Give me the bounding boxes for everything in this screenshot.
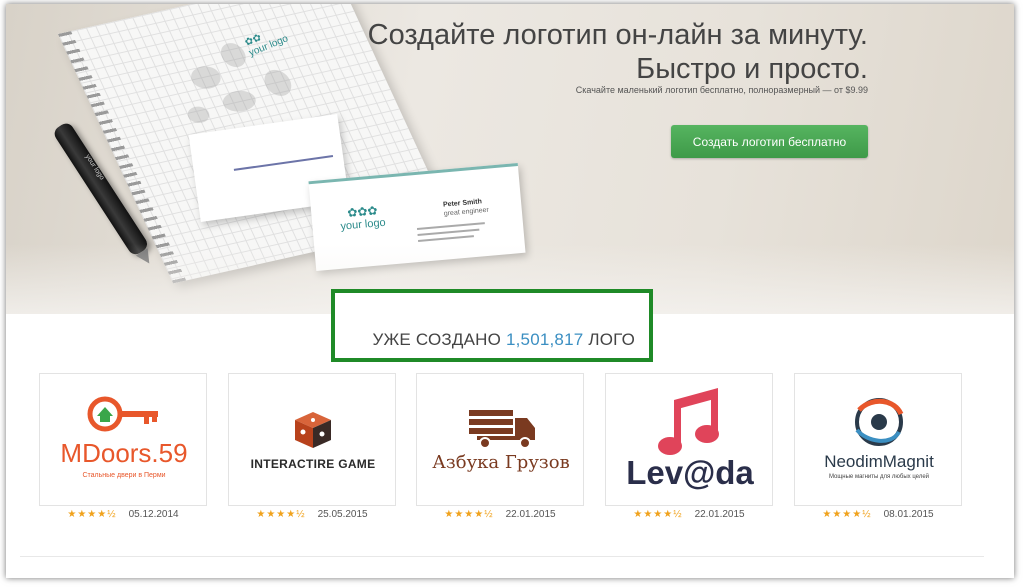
logo-rating-row: ★★★★½ 22.01.2015 (605, 509, 773, 520)
headline-line-1: Создайте логотип он-лайн за минуту. (367, 19, 868, 51)
logo-tile-azbuka[interactable]: Азбука Грузов (416, 373, 584, 506)
card-logo: ✿✿✿ your logo (339, 203, 387, 233)
truck-icon (469, 410, 535, 449)
logo-date: 22.01.2015 (505, 509, 556, 520)
logo-tile-mdoors[interactable]: MDoors.59 Стальные двери в Перми (39, 373, 207, 506)
key-house-icon (87, 396, 158, 432)
star-rating-icon: ★★★★½ (822, 509, 872, 520)
hero-banner: ✿✿ your logo your logo ✿✿✿ your logo Pet… (6, 4, 1014, 314)
logo-tile-interactire[interactable]: INTERACTIRE GAME (228, 373, 396, 506)
logo-date: 25.05.2015 (317, 509, 368, 520)
counter-prefix: УЖЕ СОЗДАНО (372, 330, 502, 349)
star-rating-icon: ★★★★½ (444, 509, 494, 520)
logo-tile-levada[interactable]: Lev@da (605, 373, 773, 506)
logo-date: 05.12.2014 (128, 509, 179, 520)
logo-counter-highlight: УЖЕ СОЗДАНО 1,501,817 ЛОГО (331, 289, 653, 362)
logo-subtitle: Стальные двери в Перми (82, 472, 166, 479)
notebook-blob (219, 87, 260, 115)
section-divider (20, 556, 984, 557)
hero-subtitle: Скачайте маленький логотип бесплатно, по… (575, 85, 868, 95)
star-rating-icon: ★★★★½ (256, 509, 306, 520)
logo-counter: УЖЕ СОЗДАНО 1,501,817 ЛОГО (373, 330, 635, 350)
magnet-orbit-icon (855, 398, 904, 446)
card-person-title: great engineer (443, 206, 490, 218)
hero-headline: Создайте логотип он-лайн за минуту. Быст… (368, 18, 868, 86)
logo-tile-neodimmagnit[interactable]: NeodimMagnit Мощные магниты для любых це… (794, 373, 962, 506)
music-note-icon (658, 388, 719, 455)
pen-logo-text: your logo (83, 153, 106, 182)
logo-name: INTERACTIRE GAME (250, 457, 376, 471)
logo-name: MDoors.59 (60, 438, 188, 468)
page-frame: ✿✿ your logo your logo ✿✿✿ your logo Pet… (6, 4, 1014, 578)
card-logo-text: your logo (340, 216, 387, 233)
card-text-line (418, 235, 474, 242)
card-back-line (233, 154, 334, 171)
dice-icon (295, 412, 331, 448)
notebook-blob (187, 63, 225, 92)
logo-name: NeodimMagnit (824, 452, 934, 471)
notebook-blob (216, 40, 250, 70)
notebook-blob (184, 104, 213, 125)
counter-suffix: ЛОГО (588, 330, 635, 349)
logo-date: 22.01.2015 (694, 509, 745, 520)
headline-line-2: Быстро и просто. (636, 53, 868, 85)
star-rating-icon: ★★★★½ (67, 509, 117, 520)
star-rating-icon: ★★★★½ (633, 509, 683, 520)
create-logo-button[interactable]: Создать логотип бесплатно (671, 125, 868, 158)
counter-number: 1,501,817 (505, 330, 584, 349)
logo-name: Lev@da (626, 454, 754, 491)
logo-rating-row: ★★★★½ 05.12.2014 (39, 509, 207, 520)
logo-rating-row: ★★★★½ 08.01.2015 (794, 509, 962, 520)
logo-subtitle: Мощные магниты для любых целей (828, 474, 930, 480)
notebook-blob (259, 67, 296, 99)
logo-date: 08.01.2015 (883, 509, 934, 520)
logo-rating-row: ★★★★½ 25.05.2015 (228, 509, 396, 520)
logo-name: Азбука Грузов (432, 452, 570, 473)
logo-rating-row: ★★★★½ 22.01.2015 (416, 509, 584, 520)
